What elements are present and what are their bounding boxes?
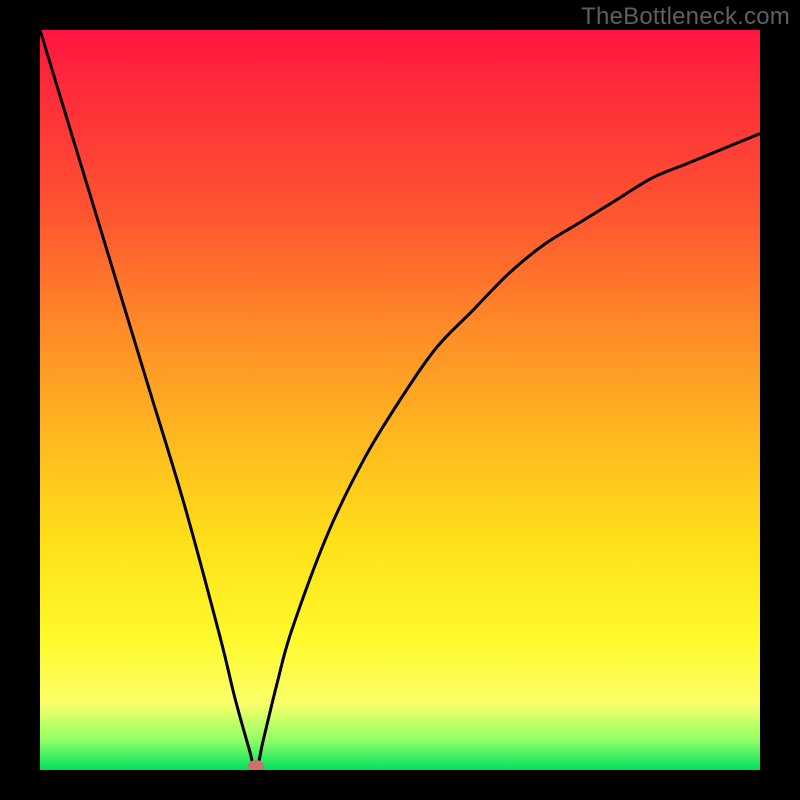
plot-area [40,30,760,770]
bottleneck-curve [40,30,760,770]
watermark-text: TheBottleneck.com [581,3,790,31]
chart-frame: TheBottleneck.com [0,0,800,800]
curve-svg [40,30,760,770]
minimum-marker [248,760,264,770]
